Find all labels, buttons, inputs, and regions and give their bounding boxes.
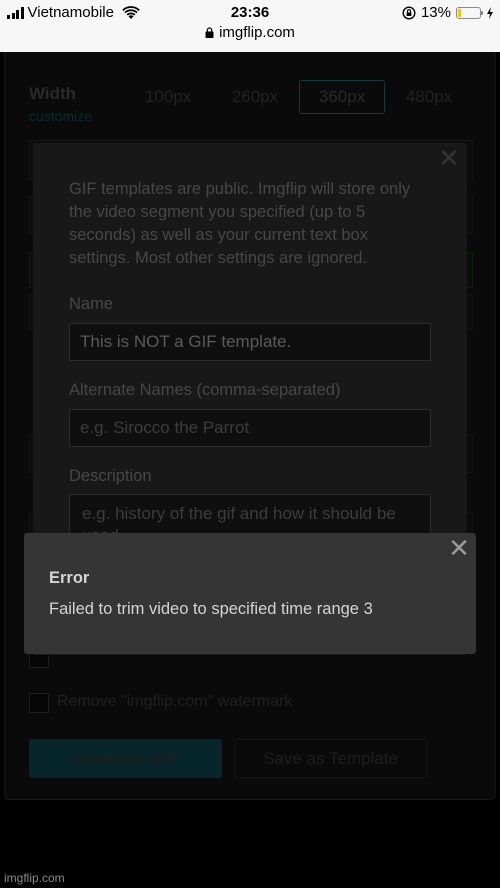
address-bar[interactable]: imgflip.com: [0, 24, 500, 41]
url-text: imgflip.com: [219, 24, 295, 41]
charging-bolt-icon: [487, 6, 493, 19]
customize-link[interactable]: customize: [29, 108, 92, 124]
description-label: Description: [69, 467, 152, 485]
save-as-template-button[interactable]: Save as Template: [234, 739, 427, 778]
width-option-360[interactable]: 360px: [299, 80, 385, 114]
ios-status-bar: Vietnamobile 23:36 13% imgflip.com: [0, 0, 500, 52]
alt-names-label: Alternate Names (comma-separated): [69, 381, 341, 399]
template-intro-text: GIF templates are public. Imgflip will s…: [69, 180, 411, 267]
alt-names-input[interactable]: e.g. Sirocco the Parrot: [69, 409, 431, 447]
width-option-480[interactable]: 480px: [386, 80, 472, 114]
name-input[interactable]: This is NOT a GIF template.: [69, 323, 431, 361]
close-icon[interactable]: ✕: [448, 535, 470, 561]
width-option-100[interactable]: 100px: [125, 80, 211, 114]
error-dialog: ✕ Error Failed to trim video to specifie…: [24, 533, 476, 654]
battery-percent: 13%: [420, 4, 451, 21]
name-label: Name: [69, 295, 114, 313]
rotation-lock-icon: [402, 5, 416, 20]
error-title: Error: [49, 569, 90, 587]
close-icon[interactable]: ✕: [438, 145, 460, 171]
remove-watermark-checkbox[interactable]: [29, 693, 49, 713]
error-message: Failed to trim video to specified time r…: [49, 600, 373, 618]
remove-watermark-label: Remove "imgflip.com" watermark: [57, 693, 293, 710]
width-option-260[interactable]: 260px: [212, 80, 298, 114]
width-label: Width: [29, 84, 77, 103]
generate-gif-button[interactable]: Generate GIF: [29, 739, 222, 778]
battery-level: [458, 8, 461, 17]
imgflip-watermark: imgflip.com: [4, 871, 65, 885]
battery-icon: [456, 6, 483, 19]
lock-icon: [205, 27, 214, 38]
